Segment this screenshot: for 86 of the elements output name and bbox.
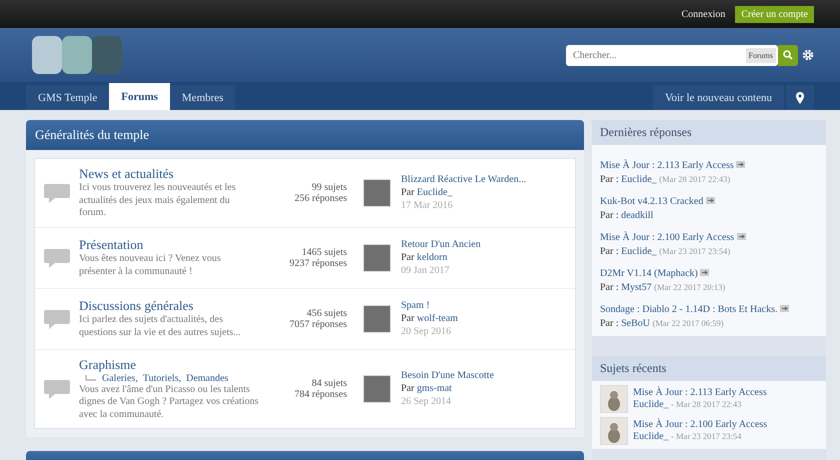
settings-icon[interactable] [802,49,814,61]
forum-description: Ici vous trouverez les nouveautés et les actualités des jeux mais également du forum. [79,182,237,220]
forum-description: Vous avez l'âme d'un Picasso ou les talents dignes de Van Gogh ? Partagez vos créations avec la communauté. [79,384,259,421]
avatar-picture [363,304,391,332]
topic-author: Euclide_ - Mar 23 2017 23:54 [633,431,742,444]
author-link[interactable]: Euclide_ [621,174,657,184]
subforum-link[interactable]: Galeries, [102,372,138,384]
speech-bubble-icon [43,182,71,204]
topic-count: 99 sujets [310,182,347,193]
author-link[interactable]: SeBoU [621,318,650,328]
last-post-date: 17 Mar 2016 [401,199,454,212]
author-link[interactable]: keldorn [416,252,448,263]
search-icon [783,50,793,60]
arrow-icon[interactable] [706,197,715,204]
arrow-icon[interactable] [780,305,789,312]
author-link[interactable]: Euclide_ [416,187,452,198]
nav-tab[interactable]: GMS Temple [26,85,110,110]
reply-author: Par : Euclide_ (Mar 23 2017 23:54) [600,244,732,258]
forum-title-link[interactable]: News et actualités [79,166,259,182]
panel-header: Dernières réponses [592,120,826,145]
avatar-picture [363,178,391,207]
forum-description: Vous êtes nouveau ici ? Venez vous présenter à la communauté ! [79,253,222,278]
forum-description: Ici parlez des sujets d'actualités, des questions sur la vie et des autres sujets... [79,314,242,339]
speech-bubble-icon [43,246,71,268]
avatar-picture [600,417,628,445]
topic-link[interactable]: Mise À Jour : 2.100 Early Access [633,418,768,431]
topic-count: 456 sujets [306,308,347,318]
login-link[interactable]: Connexion [681,8,726,20]
reply-link[interactable]: Mise À Jour : 2.100 Early Access [600,232,734,243]
topic-author: Euclide_ - Mar 28 2017 22:43 [633,399,742,412]
author-link[interactable]: Myst57 [621,282,652,292]
nav-tab[interactable]: Membres [170,85,236,110]
last-post-link[interactable]: Blizzard Réactive Le Warden... [401,173,526,186]
nav-tab[interactable]: Forums [109,83,170,110]
last-post-author: Par keldorn [401,251,448,264]
topic-count: 1465 sujets [300,246,347,258]
last-post-date: 20 Sep 2016 [401,325,452,338]
reply-author: Par : deadkill [600,208,654,222]
forum-title-link[interactable]: Présentation [79,237,259,253]
author-link[interactable]: wolf-team [416,313,458,324]
reply-link[interactable]: D2Mr V1.14 (Maphack) [600,268,698,279]
section-header: Généralités du temple [26,120,584,150]
subforum-link[interactable]: Tutoriels, [142,372,182,384]
reply-link[interactable]: Mise À Jour : 2.113 Early Access [600,160,734,171]
reply-author: Par : Myst57 (Mar 22 2017 20:13) [600,280,726,294]
author-link[interactable]: Euclide_ [621,246,657,256]
last-post-author: Par gms-mat [401,382,453,396]
reply-author: Par : Euclide_ (Mar 28 2017 22:43) [600,172,732,186]
branch-icon [85,375,97,381]
last-post-date: 26 Sep 2014 [401,395,452,408]
reply-count: 256 réponses [294,192,347,204]
last-post-author: Par wolf-team [401,312,458,325]
author-link[interactable]: gms-mat [416,383,452,394]
avatar-picture [600,385,628,413]
last-post-link[interactable]: Spam ! [401,299,458,312]
reply-link[interactable]: Sondage : Diablo 2 - 1.14D : Bots Et Hacks. [600,304,778,315]
author-link[interactable]: Euclide_ [633,399,669,410]
avatar-picture [363,374,391,403]
reply-count: 7057 réponses [288,318,347,330]
avatar-picture [363,244,391,272]
search-button[interactable] [778,44,798,66]
forum-title-link[interactable]: Graphisme [79,356,259,372]
author-link[interactable]: deadkill [621,210,654,220]
new-content-link[interactable]: Voir le nouveau contenu [652,85,784,110]
last-post-author: Par Euclide_ [401,186,454,200]
reply-link[interactable]: Kuk-Bot v4.2.13 Cracked [600,196,704,207]
subforum-link[interactable]: Demandes [186,372,228,384]
speech-bubble-icon [43,308,71,330]
arrow-icon[interactable] [700,269,710,276]
reply-author: Par : SeBoU (Mar 22 2017 06:59) [600,316,725,330]
panel-header: Sujets récents [592,356,826,381]
last-post-date: 09 Jan 2017 [401,264,450,277]
topic-link[interactable]: Mise À Jour : 2.113 Early Access [633,386,767,399]
author-link[interactable]: Euclide_ [633,431,669,442]
reply-count: 9237 réponses [288,258,347,268]
last-post-link[interactable]: Retour D'un Ancien [401,238,481,251]
forum-title-link[interactable]: Discussions générales [79,298,259,314]
search-field[interactable]: Chercher... Forums [566,44,778,66]
topic-count: 84 sujets [310,378,347,389]
reply-count: 784 réponses [294,388,347,400]
arrow-icon[interactable] [736,233,746,240]
map-pin-icon[interactable] [796,92,804,104]
search-scope-button[interactable]: Forums [746,48,776,62]
speech-bubble-icon [43,378,71,400]
arrow-icon[interactable] [736,161,746,168]
last-post-link[interactable]: Besoin D'une Mascotte [401,369,494,382]
